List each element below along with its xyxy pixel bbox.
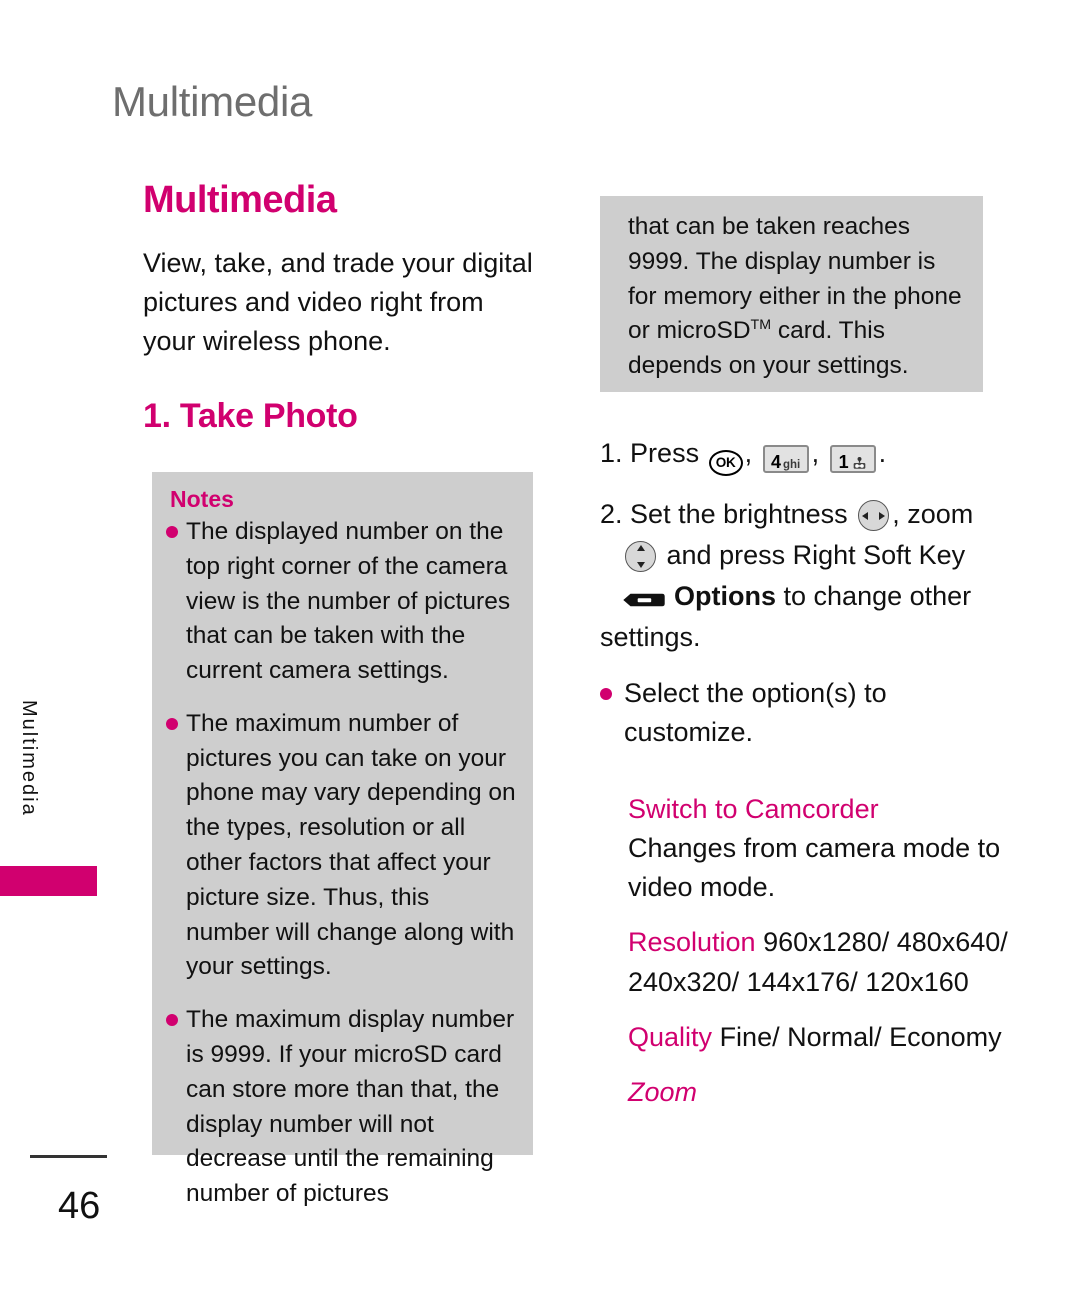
option-name: Zoom <box>628 1076 698 1107</box>
note-item: The displayed number on the top right co… <box>166 515 519 689</box>
option-quality: Quality Fine/ Normal/ Economy <box>628 1018 1013 1057</box>
step-1-text: Press <box>630 438 700 468</box>
section-title: Multimedia <box>143 179 337 221</box>
note-text: The maximum number of pictures you can t… <box>186 709 516 981</box>
keypad-1-number: 1 <box>838 452 849 472</box>
bullet-icon <box>166 717 178 730</box>
option-name: Switch to Camcorder <box>628 794 879 824</box>
note-text: The maximum display number is 9999. If y… <box>186 1006 515 1208</box>
step-list: 1. Press OK, 4 ghi, 1. 2. Set the brightn… <box>600 433 1010 752</box>
note-item: The maximum number of pictures you can t… <box>166 707 519 985</box>
note-item: The maximum display number is 9999. If y… <box>166 1003 519 1212</box>
step-2-number: 2. <box>600 499 623 529</box>
option-description: Changes from camera mode to video mode. <box>628 833 1001 903</box>
trademark-symbol: TM <box>750 317 772 334</box>
cont-line-4-pre: microSD <box>656 317 751 345</box>
option-resolution: Resolution 960x1280/ 480x640/ 240x320/ 1… <box>628 923 1013 1001</box>
note-continuation-box: that can be taken reaches 9999. The disp… <box>600 196 983 392</box>
page-number: 46 <box>58 1185 101 1227</box>
nav-left-right-icon <box>858 500 890 531</box>
step-2-part-3: and press Right Soft Key <box>666 540 966 571</box>
subsection-title: 1. Take Photo <box>143 397 358 436</box>
step-2-part-2: , zoom <box>892 499 974 529</box>
option-name: Quality <box>628 1021 713 1052</box>
options-label: Options <box>674 581 776 612</box>
notes-box: Notes The displayed number on the top ri… <box>152 472 533 1207</box>
comma-1: , <box>744 438 753 468</box>
bullet-step-text: Select the option(s) to customize. <box>624 678 887 748</box>
note-text: The displayed number on the top right co… <box>186 518 511 685</box>
keypad-1-icon: 1 <box>829 445 876 473</box>
side-tab-marker <box>0 866 97 896</box>
note-continuation-text: that can be taken reaches 9999. The disp… <box>628 210 967 384</box>
step-2-part-4: to change other <box>783 581 972 612</box>
step-2-part-1: Set the brightness <box>630 499 848 529</box>
voicemail-icon <box>852 450 867 469</box>
step-1: 1. Press OK, 4 ghi, 1. <box>600 433 1010 476</box>
running-header: Multimedia <box>112 78 313 125</box>
step-2-part-5: settings. <box>600 622 701 653</box>
option-switch-to-camcorder: Switch to Camcorder Changes from camera … <box>628 790 1013 907</box>
keypad-4-letters: ghi <box>783 459 801 471</box>
bullet-icon <box>166 526 178 538</box>
footer-divider <box>30 1155 107 1158</box>
option-list: Switch to Camcorder Changes from camera … <box>628 790 1013 1128</box>
nav-up-down-icon <box>625 541 656 573</box>
cont-line-5: your settings. <box>762 352 909 380</box>
left-column: Multimedia View, take, and trade your di… <box>143 179 543 444</box>
soft-key-icon <box>622 580 666 607</box>
option-name: Resolution <box>628 927 756 958</box>
comma-2: , <box>811 438 820 468</box>
bullet-step: Select the option(s) to customize. <box>600 674 1010 752</box>
step-1-number: 1. <box>600 438 623 468</box>
keypad-4-icon: 4 ghi <box>762 445 809 473</box>
notes-title: Notes <box>170 486 234 512</box>
period-1: . <box>878 438 887 468</box>
option-zoom: Zoom <box>628 1073 1013 1112</box>
keypad-4-number: 4 <box>770 452 781 472</box>
manual-page: Multimedia Multimedia Multimedia View, t… <box>0 0 1080 1295</box>
ok-key-icon: OK <box>708 450 743 476</box>
step-2: 2. Set the brightness , zoom and press R… <box>600 494 1010 658</box>
intro-paragraph: View, take, and trade your digital pictu… <box>143 247 533 357</box>
bullet-icon <box>166 1014 178 1027</box>
bullet-icon <box>600 688 612 701</box>
option-description: Fine/ Normal/ Economy <box>719 1021 1002 1052</box>
